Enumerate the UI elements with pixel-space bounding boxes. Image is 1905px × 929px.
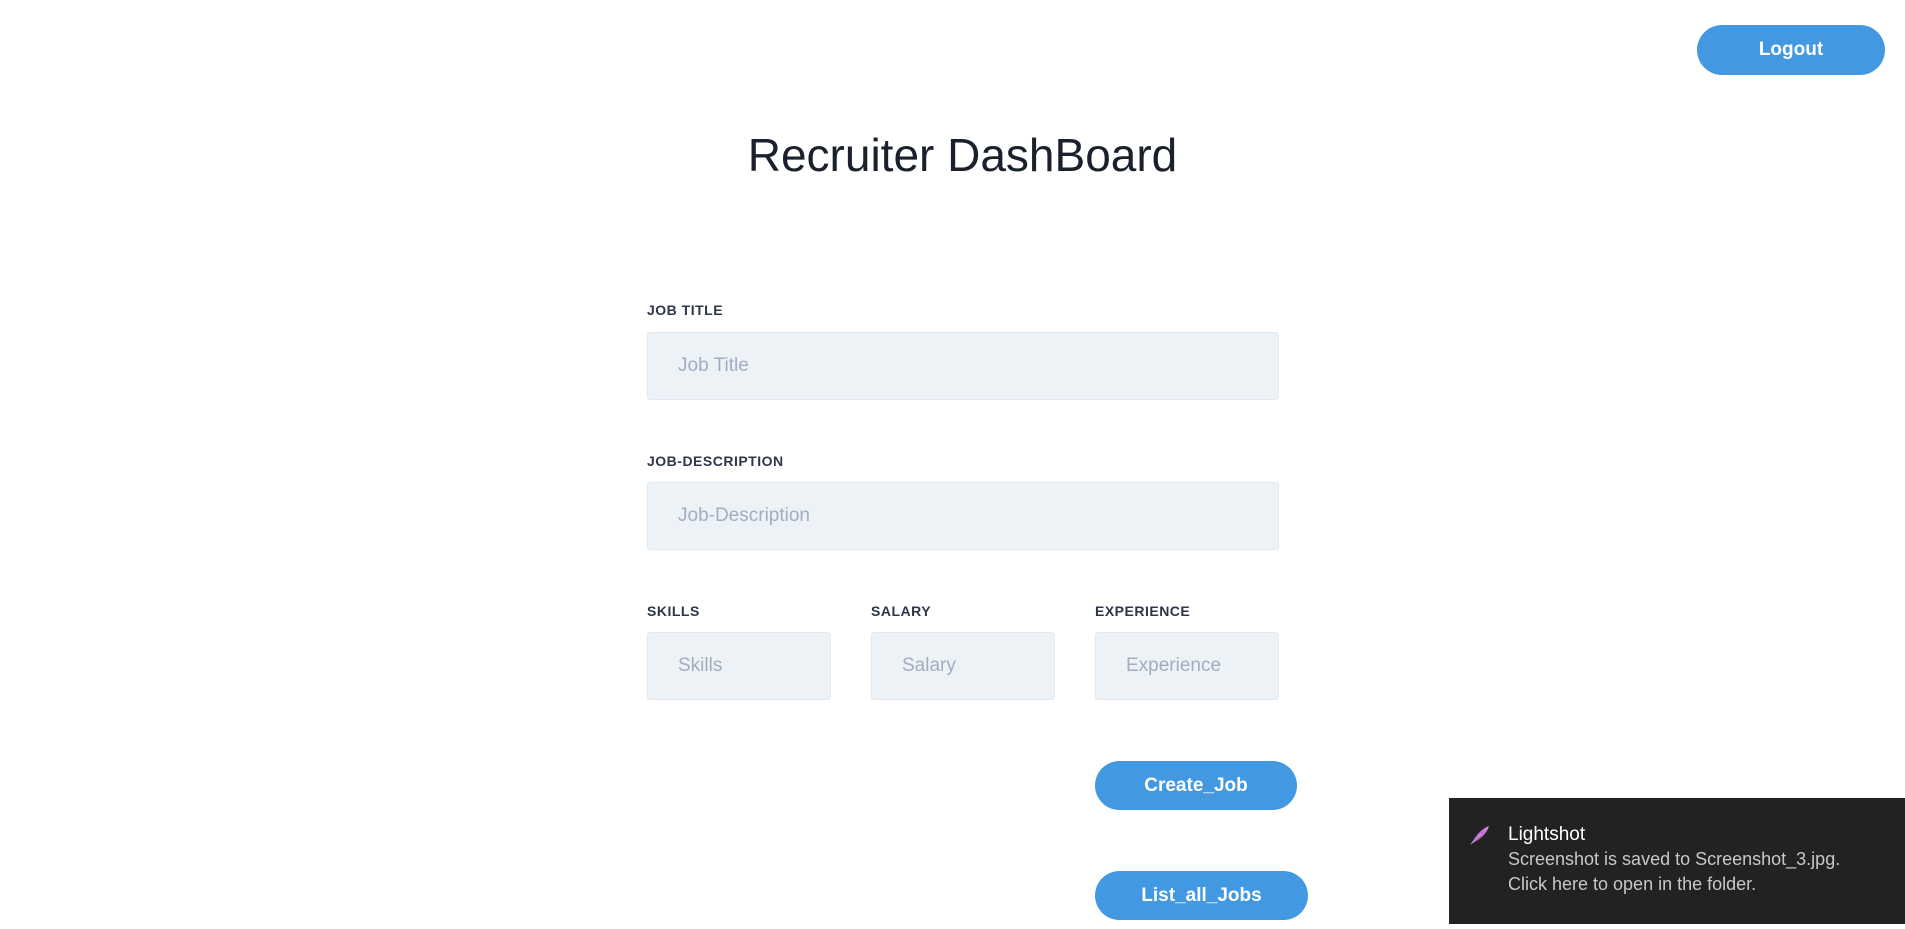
experience-label: EXPERIENCE bbox=[1095, 603, 1191, 619]
logout-button[interactable]: Logout bbox=[1697, 25, 1885, 75]
recruiter-dashboard-page: Logout Recruiter DashBoard JOB TITLE JOB… bbox=[0, 0, 1905, 929]
lightshot-feather-icon bbox=[1469, 824, 1491, 846]
job-title-label: JOB TITLE bbox=[647, 302, 724, 318]
salary-input[interactable] bbox=[871, 632, 1055, 700]
job-description-label: JOB-DESCRIPTION bbox=[647, 453, 784, 469]
skills-input[interactable] bbox=[647, 632, 831, 700]
notification-message-line-2: Click here to open in the folder. bbox=[1508, 874, 1757, 894]
notification-app-name: Lightshot bbox=[1508, 824, 1586, 845]
job-title-input[interactable] bbox=[647, 332, 1279, 400]
salary-label: SALARY bbox=[871, 603, 932, 619]
skills-label: SKILLS bbox=[647, 603, 700, 619]
experience-input[interactable] bbox=[1095, 632, 1279, 700]
page-title: Recruiter DashBoard bbox=[747, 129, 1178, 181]
lightshot-notification[interactable]: Lightshot Screenshot is saved to Screens… bbox=[1449, 798, 1905, 924]
create-job-button[interactable]: Create_Job bbox=[1095, 761, 1297, 810]
notification-message-line-1: Screenshot is saved to Screenshot_3.jpg. bbox=[1508, 849, 1841, 869]
job-description-input[interactable] bbox=[647, 482, 1279, 550]
list-all-jobs-button[interactable]: List_all_Jobs bbox=[1095, 871, 1308, 920]
